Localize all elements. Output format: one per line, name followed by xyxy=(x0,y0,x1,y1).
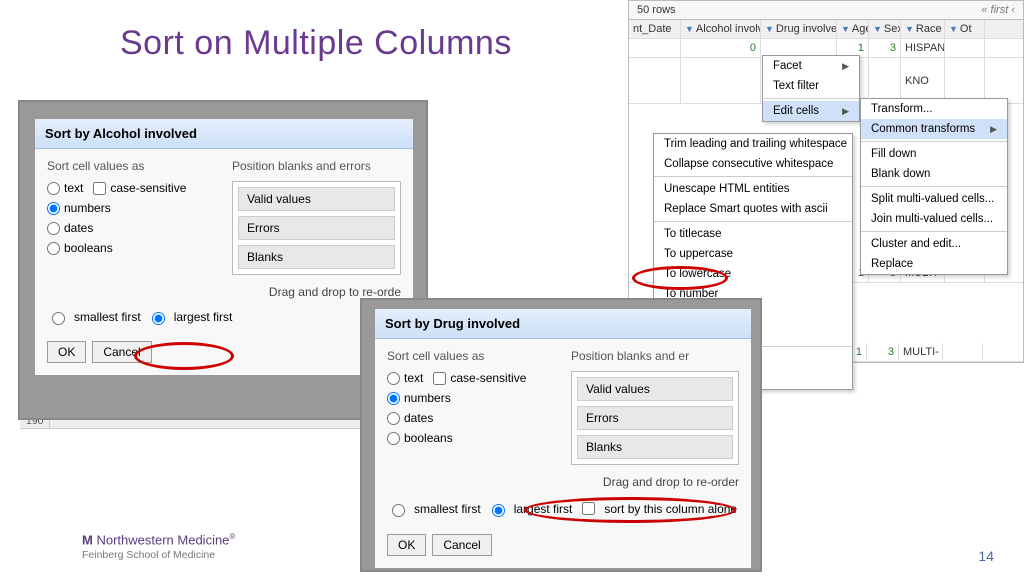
menu-collapse[interactable]: Collapse consecutive whitespace xyxy=(654,154,852,174)
position-label: Position blanks and er xyxy=(571,349,739,363)
menu-unescape[interactable]: Unescape HTML entities xyxy=(654,179,852,199)
menu-facet[interactable]: Facet▶ xyxy=(763,56,859,76)
menu-smartquotes[interactable]: Replace Smart quotes with ascii xyxy=(654,199,852,219)
ok-button[interactable]: OK xyxy=(387,534,426,556)
col-header[interactable]: nt_Date xyxy=(629,20,681,38)
menu-filldown[interactable]: Fill down xyxy=(861,144,1007,164)
label-largest: largest first xyxy=(174,310,233,324)
menu-lowercase[interactable]: To lowercase xyxy=(654,264,852,284)
slide-title: Sort on Multiple Columns xyxy=(120,24,512,63)
rows-count: 50 rows xyxy=(637,4,676,16)
order-row: smallest first largest first xyxy=(35,303,413,335)
label-sort-alone: sort by this column alone xyxy=(604,502,737,516)
label-smallest: smallest first xyxy=(414,502,481,516)
pos-valid[interactable]: Valid values xyxy=(577,377,733,401)
radio-text[interactable]: text case-sensitive xyxy=(47,181,216,195)
col-header[interactable]: ▼Drug involved xyxy=(761,20,837,38)
radio-numbers[interactable]: numbers xyxy=(387,391,555,405)
dropdown-icon[interactable]: ▼ xyxy=(765,24,774,34)
cancel-button[interactable]: Cancel xyxy=(432,534,491,556)
radio-booleans[interactable]: booleans xyxy=(47,241,216,255)
position-list[interactable]: Valid values Errors Blanks xyxy=(571,371,739,465)
radio-booleans[interactable]: booleans xyxy=(387,431,555,445)
cancel-button[interactable]: Cancel xyxy=(92,341,151,363)
dialog-title: Sort by Alcohol involved xyxy=(35,119,413,149)
drag-hint: Drag and drop to re-orde xyxy=(35,285,413,303)
menu-split[interactable]: Split multi-valued cells... xyxy=(861,189,1007,209)
pos-errors[interactable]: Errors xyxy=(238,216,395,240)
menu-trim[interactable]: Trim leading and trailing whitespace xyxy=(654,134,852,154)
radio-dates[interactable]: dates xyxy=(47,221,216,235)
sort-type-label: Sort cell values as xyxy=(387,349,555,363)
editcells-submenu[interactable]: Transform... Common transforms▶ Fill dow… xyxy=(860,98,1008,275)
grid-pager: 50 rows « first ‹ xyxy=(629,1,1023,20)
radio-smallest[interactable] xyxy=(392,504,405,517)
chevron-right-icon: ▶ xyxy=(842,61,849,72)
menu-common-transforms[interactable]: Common transforms▶ xyxy=(861,119,1007,139)
menu-transform[interactable]: Transform... xyxy=(861,99,1007,119)
radio-smallest[interactable] xyxy=(52,312,65,325)
menu-titlecase[interactable]: To titlecase xyxy=(654,224,852,244)
position-list[interactable]: Valid values Errors Blanks xyxy=(232,181,401,275)
sort-dialog-drug: Sort by Drug involved Sort cell values a… xyxy=(374,308,752,569)
dropdown-icon[interactable]: ▼ xyxy=(841,24,850,34)
brand-footer: M Northwestern Medicine® Feinberg School… xyxy=(82,533,235,562)
label-smallest: smallest first xyxy=(74,310,141,324)
radio-dates[interactable]: dates xyxy=(387,411,555,425)
menu-cluster[interactable]: Cluster and edit... xyxy=(861,234,1007,254)
pos-blanks[interactable]: Blanks xyxy=(577,435,733,459)
radio-numbers[interactable]: numbers xyxy=(47,201,216,215)
chevron-right-icon: ▶ xyxy=(842,106,849,117)
pos-errors[interactable]: Errors xyxy=(577,406,733,430)
dropdown-icon[interactable]: ▼ xyxy=(905,24,914,34)
col-header[interactable]: ▼Age xyxy=(837,20,869,38)
col-header[interactable]: ▼Race xyxy=(901,20,945,38)
position-label: Position blanks and errors xyxy=(232,159,401,173)
check-sort-alone[interactable] xyxy=(582,502,595,515)
sort-type-label: Sort cell values as xyxy=(47,159,216,173)
pager-links[interactable]: « first ‹ xyxy=(981,4,1015,16)
col-header[interactable]: ▼Ot xyxy=(945,20,985,38)
dropdown-icon[interactable]: ▼ xyxy=(949,24,958,34)
brand-line2: Feinberg School of Medicine xyxy=(82,549,215,561)
menu-join[interactable]: Join multi-valued cells... xyxy=(861,209,1007,229)
column-context-menu[interactable]: Facet▶ Text filter Edit cells▶ xyxy=(762,55,860,122)
pos-valid[interactable]: Valid values xyxy=(238,187,395,211)
col-header[interactable]: ▼Sex xyxy=(869,20,901,38)
dialog-title: Sort by Drug involved xyxy=(375,309,751,339)
ok-button[interactable]: OK xyxy=(47,341,86,363)
order-row: smallest first largest first sort by thi… xyxy=(375,493,751,528)
menu-uppercase[interactable]: To uppercase xyxy=(654,244,852,264)
page-number: 14 xyxy=(978,548,994,564)
menu-editcells[interactable]: Edit cells▶ xyxy=(763,101,859,121)
brand-line1: Northwestern Medicine xyxy=(96,532,229,547)
menu-textfilter[interactable]: Text filter xyxy=(763,76,859,96)
menu-replace[interactable]: Replace xyxy=(861,254,1007,274)
dropdown-icon[interactable]: ▼ xyxy=(873,24,882,34)
drag-hint: Drag and drop to re-order xyxy=(375,475,751,493)
menu-blankdown[interactable]: Blank down xyxy=(861,164,1007,184)
radio-text[interactable]: text case-sensitive xyxy=(387,371,555,385)
pos-blanks[interactable]: Blanks xyxy=(238,245,395,269)
column-headers: nt_Date ▼Alcohol involve ▼Drug involved … xyxy=(629,20,1023,39)
radio-largest[interactable] xyxy=(492,504,505,517)
label-largest: largest first xyxy=(514,502,573,516)
chevron-right-icon: ▶ xyxy=(990,124,997,135)
radio-largest[interactable] xyxy=(152,312,165,325)
dropdown-icon[interactable]: ▼ xyxy=(685,24,694,34)
col-header[interactable]: ▼Alcohol involve xyxy=(681,20,761,38)
sort-dialog-alcohol: Sort by Alcohol involved Sort cell value… xyxy=(34,118,414,376)
